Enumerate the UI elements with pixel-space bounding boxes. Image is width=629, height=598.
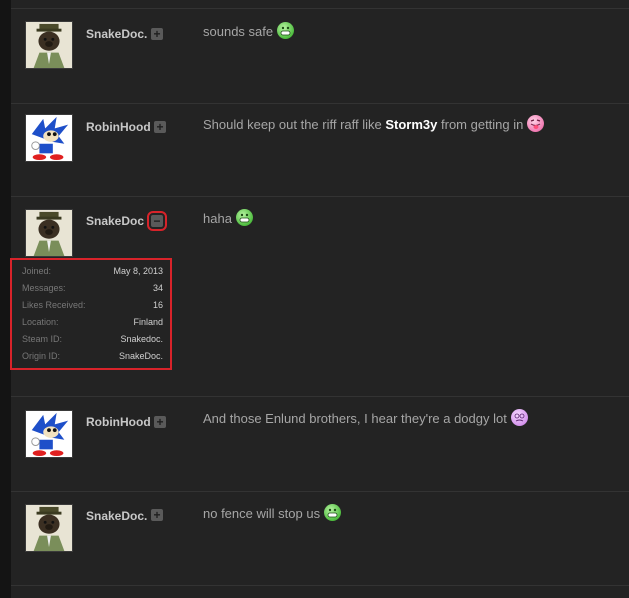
- info-row-joined: Joined: May 8, 2013: [22, 263, 163, 280]
- message-text: no fence will stop us: [203, 506, 321, 521]
- expand-userinfo-icon[interactable]: +: [154, 416, 166, 428]
- post-item: RobinHood + And those Enlund brothers, I…: [11, 397, 629, 492]
- info-row-messages: Messages: 34: [22, 280, 163, 297]
- info-value: SnakeDoc.: [118, 351, 163, 361]
- info-value: Snakedoc.: [120, 334, 163, 344]
- info-label: Steam ID:: [22, 334, 63, 344]
- user-info-panel: Joined: May 8, 2013 Messages: 34 Likes Rec…: [10, 258, 172, 370]
- message-text-before: Should keep out the riff raff like: [203, 117, 386, 132]
- info-row-location: Location: Finland: [22, 314, 163, 331]
- post-message: And those Enlund brothers, I hear they'r…: [203, 409, 528, 427]
- tongue-emoji-icon: [527, 115, 545, 132]
- grin-emoji-icon: [324, 504, 342, 521]
- expand-userinfo-icon[interactable]: +: [151, 509, 163, 521]
- post-message: Should keep out the riff raff like Storm…: [203, 115, 545, 133]
- otter-avatar[interactable]: [25, 21, 73, 69]
- info-row-origin-id: Origin ID: SnakeDoc.: [22, 348, 163, 365]
- otter-avatar[interactable]: [25, 504, 73, 552]
- info-value: Finland: [133, 317, 163, 327]
- message-text-after: from getting in: [437, 117, 524, 132]
- info-value: 16: [152, 300, 163, 310]
- message-text: sounds safe: [203, 24, 274, 39]
- info-value: 34: [152, 283, 163, 293]
- message-text: haha: [203, 211, 232, 226]
- info-row-likes: Likes Received: 16: [22, 297, 163, 314]
- username[interactable]: SnakeDoc.: [86, 509, 147, 523]
- post-item: SnakeDoc. + no fence will stop us: [11, 492, 629, 586]
- message-text: And those Enlund brothers, I hear they'r…: [203, 411, 507, 426]
- post-item: SnakeDoc. + sounds safe: [11, 8, 629, 104]
- expand-userinfo-icon[interactable]: +: [151, 28, 163, 40]
- collapse-userinfo-icon[interactable]: −: [147, 211, 167, 231]
- expand-userinfo-icon[interactable]: +: [154, 121, 166, 133]
- info-label: Origin ID:: [22, 351, 61, 361]
- username[interactable]: SnakeDoc: [86, 214, 144, 228]
- username[interactable]: SnakeDoc.: [86, 27, 147, 41]
- info-label: Joined:: [22, 266, 52, 276]
- hedgehog-avatar[interactable]: [25, 410, 73, 458]
- post-message: haha: [203, 209, 253, 227]
- post-item: RobinHood + Should keep out the riff raf…: [11, 104, 629, 197]
- info-label: Messages:: [22, 283, 66, 293]
- info-row-steam-id: Steam ID: Snakedoc.: [22, 331, 163, 348]
- grin-emoji-icon: [277, 22, 295, 39]
- grin-emoji-icon: [235, 209, 253, 226]
- info-label: Location:: [22, 317, 59, 327]
- otter-avatar[interactable]: [25, 209, 73, 257]
- user-mention-link[interactable]: Storm3y: [385, 117, 437, 132]
- post-message: no fence will stop us: [203, 504, 342, 522]
- username[interactable]: RobinHood: [86, 415, 151, 429]
- username[interactable]: RobinHood: [86, 120, 151, 134]
- info-label: Likes Received:: [22, 300, 86, 310]
- hedgehog-avatar[interactable]: [25, 114, 73, 162]
- post-message: sounds safe: [203, 22, 295, 40]
- info-value: May 8, 2013: [113, 266, 163, 276]
- dizzy-emoji-icon: [510, 409, 528, 426]
